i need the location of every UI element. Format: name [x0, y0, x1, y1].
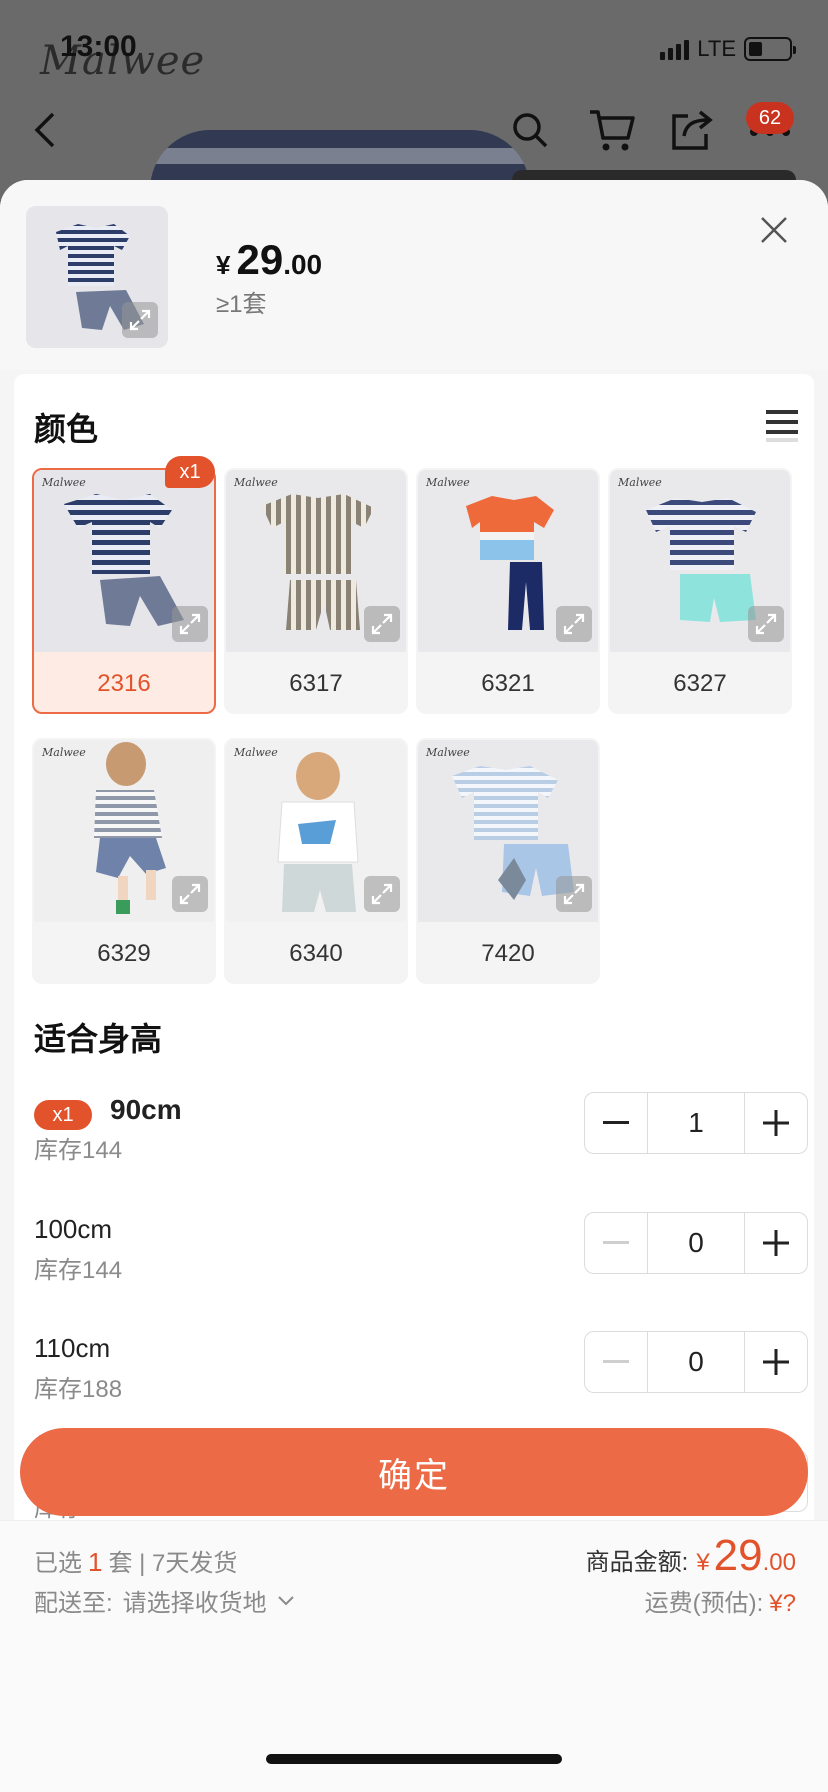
close-icon[interactable] — [752, 208, 796, 252]
product-thumbnail[interactable] — [26, 206, 168, 348]
quantity-stepper: 0 — [584, 1331, 808, 1393]
cart-icon[interactable] — [586, 104, 638, 156]
card-brand-logo: Malwee — [426, 476, 470, 489]
plus-button[interactable] — [745, 1093, 807, 1153]
cart-count-badge: 62 — [746, 102, 794, 134]
plus-button[interactable] — [745, 1332, 807, 1392]
color-option-label: 2316 — [97, 670, 151, 697]
freight-value: ¥? — [769, 1590, 796, 1617]
color-option-6327[interactable]: Malwee 6327 — [608, 468, 792, 714]
expand-icon[interactable] — [172, 876, 208, 912]
product-amount: 商品金额: ¥ 29 .00 — [585, 1531, 796, 1580]
amount-label: 商品金额: — [585, 1549, 689, 1576]
color-option-6329[interactable]: Malwee 6329 — [32, 738, 216, 984]
minimum-order: ≥1套 — [216, 291, 267, 318]
selected-count-badge: x1 — [165, 456, 215, 488]
size-section-title: 适合身高 — [34, 1021, 163, 1057]
quantity-value[interactable]: 1 — [647, 1093, 745, 1153]
expand-icon[interactable] — [122, 302, 158, 338]
signal-icon — [660, 38, 690, 60]
expand-icon[interactable] — [364, 876, 400, 912]
search-icon[interactable] — [504, 104, 556, 156]
color-option-2316[interactable]: Malwee 2316 — [32, 468, 216, 714]
color-section-title: 颜色 — [34, 411, 99, 447]
minus-button[interactable] — [585, 1213, 647, 1273]
expand-icon[interactable] — [556, 876, 592, 912]
size-row-100cm: 100cm 库存144 0 — [34, 1212, 808, 1314]
color-option-label: 7420 — [481, 940, 535, 967]
back-icon[interactable] — [20, 104, 72, 156]
chevron-down-icon — [277, 1595, 294, 1605]
network-type: LTE — [697, 36, 736, 61]
size-row-90cm: x1 90cm 库存144 1 — [34, 1092, 808, 1194]
ship-to-label: 配送至: — [34, 1590, 113, 1617]
quantity-stepper: 0 — [584, 1212, 808, 1274]
selected-summary: 已选 1 套 | 7天发货 — [34, 1547, 238, 1577]
status-bar-right: LTE — [660, 36, 796, 62]
color-option-label: 6340 — [289, 940, 343, 967]
stock-label: 库存144 — [34, 1137, 123, 1164]
color-option-label: 6329 — [97, 940, 151, 967]
expand-icon[interactable] — [172, 606, 208, 642]
home-indicator — [266, 1754, 562, 1764]
ship-to-selector[interactable]: 配送至: 请选择收货地 — [34, 1583, 295, 1618]
stock-label: 库存188 — [34, 1376, 123, 1403]
list-view-icon[interactable] — [766, 408, 798, 449]
card-brand-logo: Malwee — [426, 746, 470, 759]
color-option-label: 6327 — [673, 670, 727, 697]
sku-selector-sheet: ¥ 29 .00 ≥1套 颜色 Malwee 2316 Malwee 6317 … — [0, 180, 828, 1792]
card-brand-logo: Malwee — [234, 476, 278, 489]
color-option-6317[interactable]: Malwee 6317 — [224, 468, 408, 714]
card-brand-logo: Malwee — [42, 476, 86, 489]
color-option-7420[interactable]: Malwee 7420 — [416, 738, 600, 984]
quantity-stepper: 1 — [584, 1092, 808, 1154]
expand-icon[interactable] — [556, 606, 592, 642]
sheet-header: ¥ 29 .00 ≥1套 — [0, 180, 828, 370]
top-navigation — [0, 104, 828, 164]
ship-to-value: 请选择收货地 — [122, 1590, 267, 1617]
product-price: ¥ 29 .00 — [216, 236, 323, 283]
minus-button[interactable] — [585, 1332, 647, 1392]
stock-label: 库存144 — [34, 1257, 123, 1284]
color-option-6340[interactable]: Malwee 6340 — [224, 738, 408, 984]
card-brand-logo: Malwee — [618, 476, 662, 489]
minus-button[interactable] — [585, 1093, 647, 1153]
size-label: 110cm — [34, 1333, 111, 1363]
battery-icon — [744, 37, 796, 61]
card-brand-logo: Malwee — [42, 746, 86, 759]
plus-button[interactable] — [745, 1213, 807, 1273]
freight-estimate: 运费(预估): ¥? — [645, 1583, 796, 1618]
size-row-110cm: 110cm 库存188 0 — [34, 1331, 808, 1433]
share-icon[interactable] — [666, 104, 718, 156]
expand-icon[interactable] — [748, 606, 784, 642]
size-selected-badge: x1 — [34, 1100, 92, 1130]
expand-icon[interactable] — [364, 606, 400, 642]
quantity-value[interactable]: 0 — [647, 1213, 745, 1273]
order-summary-footer: 已选 1 套 | 7天发货 配送至: 请选择收货地 商品金额: ¥ 29 .00 运… — [0, 1520, 828, 1792]
freight-label: 运费(预估): — [644, 1590, 764, 1617]
color-option-6321[interactable]: Malwee 6321 — [416, 468, 600, 714]
card-brand-logo: Malwee — [234, 746, 278, 759]
size-label: 90cm — [110, 1094, 182, 1125]
quantity-value[interactable]: 0 — [647, 1332, 745, 1392]
status-time: 13:00 — [60, 30, 137, 63]
selected-quantity: 1 — [88, 1547, 103, 1577]
size-label: 100cm — [34, 1214, 113, 1244]
color-option-label: 6317 — [289, 670, 343, 697]
confirm-button[interactable]: 确定 — [20, 1428, 808, 1516]
color-option-label: 6321 — [481, 670, 535, 697]
